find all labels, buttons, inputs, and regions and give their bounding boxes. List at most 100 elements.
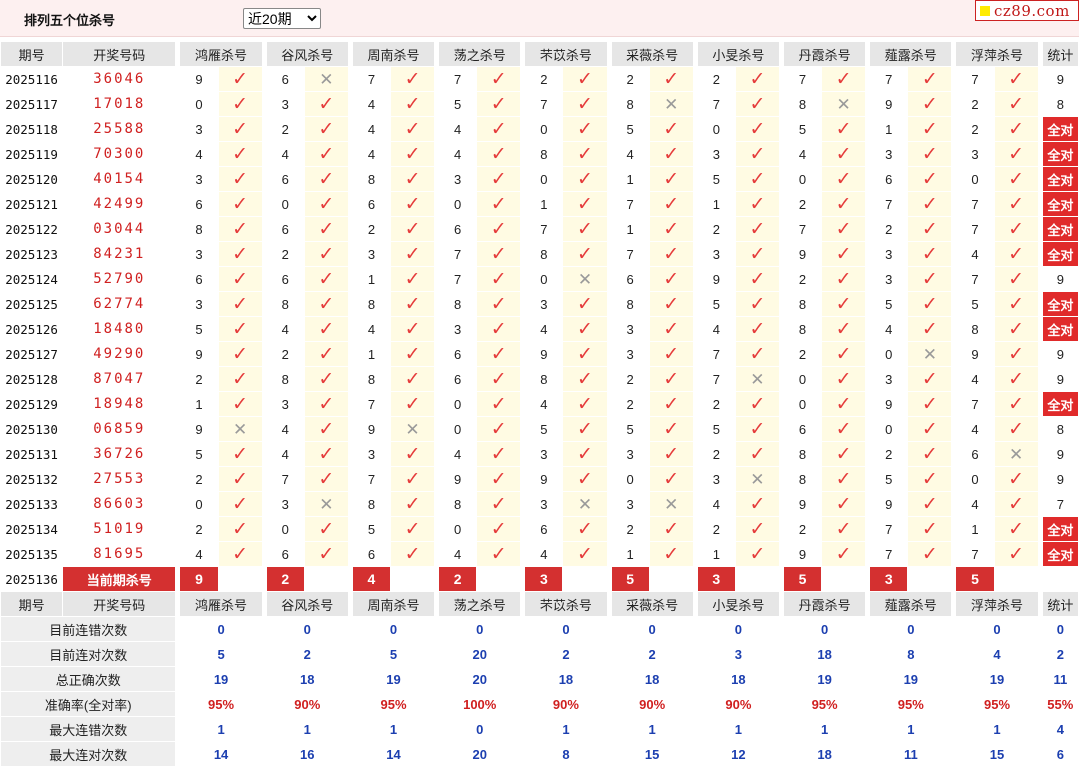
kill-number-table: 期号 开奖号码 鸿雁杀号 谷风杀号 周南杀号 荡之杀号 芣苡杀号 采薇杀号 小旻杀号 丹霞杀号 薤露… <box>0 41 1079 767</box>
period-range-select[interactable]: 近20期 <box>243 8 321 29</box>
summary-value: 1 <box>955 716 1039 742</box>
kill-number-cell: 6 <box>265 216 305 242</box>
check-icon: ✓ <box>749 443 766 465</box>
check-icon: ✓ <box>1008 93 1025 115</box>
check-icon: ✓ <box>921 418 938 440</box>
result-correct: ✓ <box>821 66 867 92</box>
kill-number-cell: 4 <box>438 441 478 467</box>
result-correct: ✓ <box>217 366 263 392</box>
result-correct: ✓ <box>734 416 780 442</box>
kill-number-cell: 9 <box>782 541 823 567</box>
kill-number-cell: 7 <box>524 216 564 242</box>
current-kill-blank <box>562 566 608 592</box>
check-icon: ✓ <box>663 418 680 440</box>
result-correct: ✓ <box>907 391 953 417</box>
stat-cell: 全对 <box>1041 516 1079 542</box>
kill-number-cell: 8 <box>610 91 650 117</box>
period-cell: 2025119 <box>0 141 64 167</box>
kill-number-cell: 4 <box>696 316 736 342</box>
result-correct: ✓ <box>993 491 1039 517</box>
check-icon: ✓ <box>490 518 507 540</box>
result-correct: ✓ <box>389 116 436 142</box>
kill-number-cell: 3 <box>869 241 909 267</box>
header-expert-8: 丹霞杀号 <box>782 591 867 617</box>
summary-value: 1 <box>610 716 694 742</box>
draw-number-cell: 18948 <box>62 391 177 417</box>
summary-value: 0 <box>438 716 522 742</box>
kill-number-cell: 5 <box>610 416 650 442</box>
kill-number-cell: 7 <box>438 266 478 292</box>
result-correct: ✓ <box>821 516 867 542</box>
draw-number-cell: 03044 <box>62 216 177 242</box>
kill-number-cell: 1 <box>610 166 650 192</box>
summary-value: 12 <box>696 741 780 767</box>
kill-number-cell: 2 <box>696 391 736 417</box>
result-correct: ✓ <box>907 191 953 217</box>
header-expert-6: 采薇杀号 <box>610 591 694 617</box>
kill-number-cell: 8 <box>179 216 219 242</box>
cross-icon: ✕ <box>664 94 679 114</box>
kill-number-cell: 0 <box>179 91 219 117</box>
check-icon: ✓ <box>921 243 938 265</box>
result-correct: ✓ <box>734 216 780 242</box>
kill-number-cell: 8 <box>610 291 650 317</box>
summary-value: 20 <box>438 666 522 692</box>
table-row: 2025117 17018 0 ✓ 3 ✓ 4 ✓ 5 ✓ 7 ✓ 8 ✕ 7 ✓ 8 ✕ 9 ✓ 2 ✓ 8 <box>0 91 1079 117</box>
check-icon: ✓ <box>1008 268 1025 290</box>
kill-number-cell: 9 <box>869 391 909 417</box>
result-correct: ✓ <box>303 241 349 267</box>
result-correct: ✓ <box>217 66 263 92</box>
current-kill-blank <box>476 566 522 592</box>
period-cell: 2025134 <box>0 516 64 542</box>
result-wrong: ✕ <box>734 366 780 392</box>
summary-value: 90% <box>524 691 608 717</box>
kill-number-cell: 0 <box>610 466 650 492</box>
check-icon: ✓ <box>921 118 938 140</box>
current-kill-blank <box>648 566 694 592</box>
header-stat: 统计 <box>1041 41 1079 67</box>
result-correct: ✓ <box>734 491 780 517</box>
result-correct: ✓ <box>217 91 263 117</box>
result-correct: ✓ <box>734 316 780 342</box>
check-icon: ✓ <box>404 293 421 315</box>
kill-number-cell: 1 <box>869 116 909 142</box>
kill-number-cell: 4 <box>265 316 305 342</box>
kill-number-cell: 3 <box>955 141 995 167</box>
result-correct: ✓ <box>303 191 349 217</box>
kill-number-cell: 6 <box>179 266 219 292</box>
result-correct: ✓ <box>648 241 694 267</box>
check-icon: ✓ <box>921 318 938 340</box>
check-icon: ✓ <box>749 143 766 165</box>
summary-value: 0 <box>179 616 263 642</box>
check-icon: ✓ <box>404 268 421 290</box>
kill-number-cell: 1 <box>351 266 391 292</box>
result-correct: ✓ <box>389 441 436 467</box>
kill-number-cell: 6 <box>955 441 995 467</box>
check-icon: ✓ <box>232 518 249 540</box>
current-period-row: 2025136 当前期杀号 9 2 4 2 3 5 3 5 3 5 <box>0 566 1079 592</box>
site-logo[interactable]: cz89.com <box>975 0 1079 21</box>
check-icon: ✓ <box>835 268 852 290</box>
period-cell: 2025118 <box>0 116 64 142</box>
kill-number-cell: 6 <box>265 541 305 567</box>
result-correct: ✓ <box>734 341 780 367</box>
result-correct: ✓ <box>389 291 436 317</box>
check-icon: ✓ <box>577 143 593 165</box>
kill-number-cell: 3 <box>610 491 650 517</box>
result-correct: ✓ <box>648 291 694 317</box>
kill-number-cell: 8 <box>782 291 823 317</box>
kill-number-cell: 4 <box>955 366 995 392</box>
logo-square-icon <box>980 6 990 16</box>
result-correct: ✓ <box>562 66 608 92</box>
result-correct: ✓ <box>821 316 867 342</box>
kill-number-cell: 1 <box>696 541 736 567</box>
result-correct: ✓ <box>217 466 263 492</box>
summary-value: 0 <box>524 616 608 642</box>
kill-number-cell: 5 <box>955 291 995 317</box>
kill-number-cell: 2 <box>782 341 823 367</box>
summary-value: 19 <box>955 666 1039 692</box>
result-correct: ✓ <box>907 216 953 242</box>
result-correct: ✓ <box>993 516 1039 542</box>
check-icon: ✓ <box>318 518 335 540</box>
result-correct: ✓ <box>821 266 867 292</box>
